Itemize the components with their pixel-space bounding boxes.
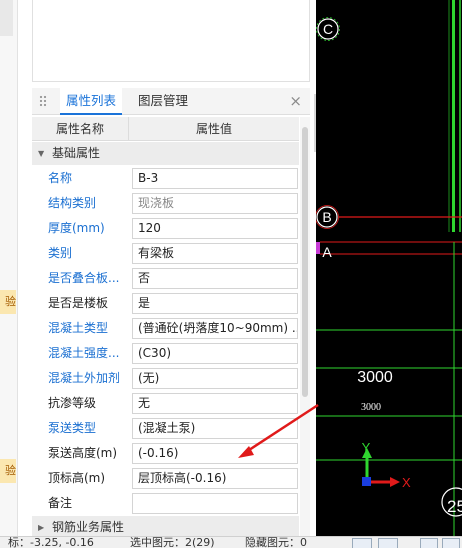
- property-value-field[interactable]: 有梁板: [132, 243, 298, 264]
- scrollbar-thumb[interactable]: [302, 127, 308, 397]
- property-name: 备注: [48, 496, 73, 510]
- tab-property-list[interactable]: 属性列表: [60, 88, 123, 115]
- property-value-field[interactable]: (混凝土泵): [132, 418, 298, 439]
- drag-grip-icon[interactable]: [39, 95, 47, 108]
- property-row: 泵送类型 (混凝土泵): [32, 416, 299, 441]
- preview-area: [32, 0, 310, 82]
- axis-label-c: C: [323, 21, 333, 37]
- property-name: 是否叠合板...: [48, 271, 120, 285]
- status-hidden-count: 隐藏图元：0: [245, 536, 307, 548]
- property-row: 混凝土强度... (C30): [32, 341, 299, 366]
- left-dock-strip: 验 验: [0, 0, 18, 536]
- dimension-text-large: 3000: [357, 369, 393, 386]
- status-toggle-button[interactable]: [442, 538, 460, 548]
- property-value-field[interactable]: (普通砼(坍落度10~90mm) ...: [132, 318, 298, 339]
- collapse-triangle-icon[interactable]: ▼: [38, 142, 44, 165]
- status-coordinates: 标：-3.25, -0.16: [8, 536, 94, 548]
- property-row: 名称 B-3: [32, 166, 299, 191]
- property-value-field[interactable]: 否: [132, 268, 298, 289]
- property-value-field[interactable]: 现浇板: [132, 193, 298, 214]
- ucs-x-label: X: [402, 475, 411, 490]
- status-bar: 标：-3.25, -0.16 选中图元：2(29) 隐藏图元：0: [0, 536, 462, 548]
- column-header-value: 属性值: [195, 122, 232, 136]
- close-icon[interactable]: ×: [289, 92, 302, 110]
- property-value-field[interactable]: 层顶标高(-0.16): [132, 468, 298, 489]
- property-row: 抗渗等级 无: [32, 391, 299, 416]
- property-row: 混凝土类型 (普通砼(坍落度10~90mm) ...: [32, 316, 299, 341]
- cad-drawing-canvas[interactable]: C B A 3000 3000 Y X 25: [316, 0, 462, 536]
- property-value-field[interactable]: 120: [132, 218, 298, 239]
- property-value-field[interactable]: [132, 493, 298, 514]
- left-strip-tag-2[interactable]: 验: [0, 459, 16, 483]
- property-name: 类别: [48, 246, 73, 260]
- property-name: 抗渗等级: [48, 396, 97, 410]
- dimension-text-small: 3000: [361, 402, 381, 413]
- column-header-name: 属性名称: [32, 117, 129, 141]
- property-name: 结构类别: [48, 196, 97, 210]
- property-row: 混凝土外加剂 (无): [32, 366, 299, 391]
- panel-tab-bar: 属性列表 图层管理 ×: [32, 88, 310, 115]
- axis-label-a: A: [322, 244, 332, 260]
- group-basic-properties[interactable]: ▼ 基础属性: [32, 142, 299, 165]
- property-row: 是否是楼板 是: [32, 291, 299, 316]
- axis-label-b: B: [322, 209, 331, 225]
- property-row: 顶标高(m) 层顶标高(-0.16): [32, 466, 299, 491]
- cad-selection-marker: [316, 242, 320, 254]
- property-name: 泵送高度(m): [48, 446, 118, 460]
- property-row: 厚度(mm) 120: [32, 216, 299, 241]
- property-row: 结构类别 现浇板: [32, 191, 299, 216]
- property-row: 类别 有梁板: [32, 241, 299, 266]
- status-selected-count: 选中图元：2(29): [130, 536, 215, 548]
- property-row: 泵送高度(m) (-0.16): [32, 441, 299, 466]
- property-value-field[interactable]: (无): [132, 368, 298, 389]
- left-strip-block: [0, 0, 13, 36]
- grid-header: 属性名称 属性值: [32, 117, 299, 141]
- status-toggle-button[interactable]: [420, 538, 438, 548]
- property-name: 混凝土强度...: [48, 346, 120, 360]
- group-label: 基础属性: [52, 146, 101, 160]
- property-name: 顶标高(m): [48, 471, 106, 485]
- cad-wall-edge: [452, 0, 455, 232]
- property-row: 是否叠合板... 否: [32, 266, 299, 291]
- property-value-field[interactable]: (C30): [132, 343, 298, 364]
- ucs-origin: [362, 477, 371, 486]
- status-toggle-button[interactable]: [352, 538, 372, 548]
- properties-panel: 属性列表 图层管理 × 属性名称 属性值 ▼ 基础属性 名称 B-3 结构类别 现浇板…: [28, 0, 314, 539]
- axis-label-corner: 25: [447, 497, 462, 516]
- property-name: 泵送类型: [48, 421, 97, 435]
- property-value-field[interactable]: (-0.16): [132, 443, 298, 464]
- property-name: 混凝土外加剂: [48, 371, 121, 385]
- property-value-field[interactable]: 是: [132, 293, 298, 314]
- property-name: 厚度(mm): [48, 221, 105, 235]
- grid-scrollbar[interactable]: [300, 117, 310, 536]
- property-value-field[interactable]: 无: [132, 393, 298, 414]
- property-name: 名称: [48, 171, 73, 185]
- property-name: 混凝土类型: [48, 321, 109, 335]
- property-row: 备注: [32, 491, 299, 516]
- property-name: 是否是楼板: [48, 296, 109, 310]
- ucs-y-label: Y: [362, 440, 371, 455]
- tab-layer-management[interactable]: 图层管理: [132, 88, 194, 115]
- left-strip-tag-1[interactable]: 验: [0, 290, 16, 314]
- property-value-field[interactable]: B-3: [132, 168, 298, 189]
- status-toggle-button[interactable]: [378, 538, 398, 548]
